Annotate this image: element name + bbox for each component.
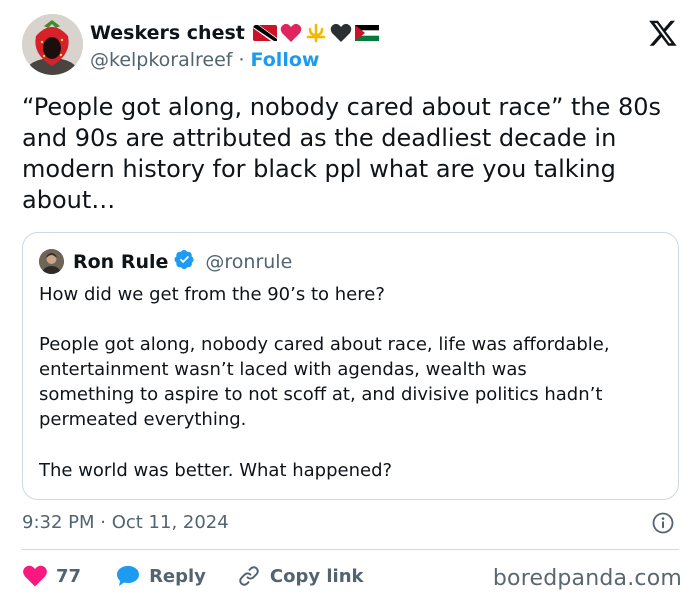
red-heart-icon <box>280 23 302 42</box>
watermark-text: boredpanda.com <box>492 566 682 591</box>
author-handle[interactable]: @kelpkoralreef <box>90 49 233 71</box>
reply-button[interactable]: Reply <box>115 564 206 588</box>
tweet-timestamp[interactable]: 9:32 PM · Oct 11, 2024 <box>22 512 229 533</box>
tweet-text: “People got along, nobody cared about ra… <box>22 93 662 214</box>
quoted-text-line: permeated everything. <box>39 409 247 430</box>
quoted-tweet-header: Ron Rule @ronrule <box>39 249 292 274</box>
handle-separator: · <box>238 49 245 71</box>
like-count: 77 <box>56 565 82 587</box>
x-logo-icon[interactable] <box>648 18 678 48</box>
palestine-flag-icon <box>354 25 379 41</box>
quoted-text-line: How did we get from the 90’s to here? <box>39 284 385 305</box>
quoted-author-name[interactable]: Ron Rule <box>73 251 168 273</box>
quoted-text-line: something to aspire to not scoff at, and… <box>39 384 603 405</box>
action-divider <box>22 549 679 550</box>
tweet-header: Weskers chest @kelpkoralreef · Follow <box>22 14 682 80</box>
quoted-author-avatar[interactable] <box>39 249 64 274</box>
heart-icon <box>23 565 47 587</box>
trinidad-flag-icon <box>252 25 277 41</box>
copy-link-button[interactable]: Copy link <box>236 564 364 588</box>
author-handle-row: @kelpkoralreef · Follow <box>90 49 319 71</box>
author-name-row: Weskers chest <box>90 22 379 44</box>
verified-badge-icon <box>174 249 195 274</box>
quoted-text-line: entertainment wasn’t laced with agendas,… <box>39 359 527 380</box>
reply-bubble-icon <box>117 566 140 586</box>
info-icon[interactable] <box>652 512 674 534</box>
quoted-text-line: People got along, nobody cared about rac… <box>39 334 610 355</box>
black-heart-icon <box>330 23 352 42</box>
trident-emblem-icon <box>306 23 326 43</box>
avatar-strawberry-image <box>22 14 83 75</box>
follow-link[interactable]: Follow <box>251 49 320 71</box>
link-icon <box>239 566 259 586</box>
quoted-text-line: The world was better. What happened? <box>39 460 393 481</box>
like-button[interactable]: 77 <box>22 564 81 588</box>
name-emoji-row <box>252 23 379 43</box>
tweet-actions: 77 Reply Copy link <box>22 562 364 590</box>
author-avatar[interactable] <box>22 14 83 75</box>
quoted-tweet-card[interactable]: Ron Rule @ronrule How did we get from th… <box>22 232 679 500</box>
quoted-avatar-portrait <box>39 249 64 274</box>
reply-label: Reply <box>149 565 206 587</box>
author-display-name[interactable]: Weskers chest <box>90 22 245 44</box>
quoted-author-handle[interactable]: @ronrule <box>205 251 292 273</box>
copy-link-label: Copy link <box>269 565 364 587</box>
